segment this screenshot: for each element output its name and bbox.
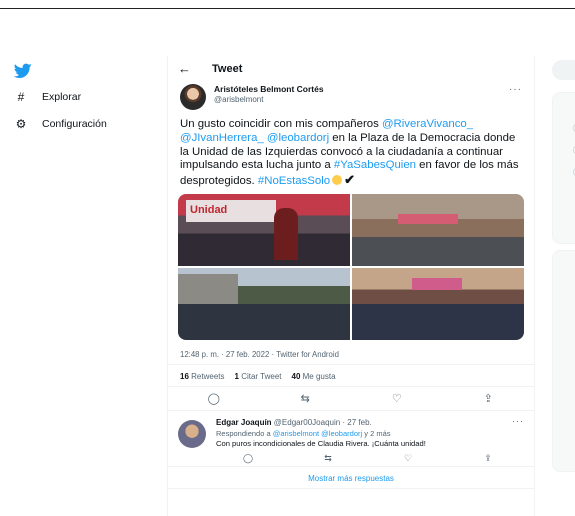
- show-more-replies-link[interactable]: Mostrar más respuestas: [168, 474, 534, 483]
- smile-emoji-icon: [332, 175, 343, 186]
- stat-count: 1: [234, 372, 239, 381]
- share-icon[interactable]: ⇪: [468, 453, 508, 464]
- like-icon[interactable]: ♡: [388, 453, 428, 464]
- more-options-icon[interactable]: ···: [509, 84, 522, 95]
- sidebar-item-configuracion[interactable]: ⚙ Configuración: [14, 117, 107, 131]
- replying-suffix: y 2 más: [362, 429, 391, 438]
- stat-label: Me gusta: [302, 372, 336, 381]
- stat-count: 16: [180, 372, 189, 381]
- reply-text: Con puros incondicionales de Claudia Riv…: [216, 439, 426, 448]
- hashtag-link[interactable]: #NoEstasSolo: [258, 175, 330, 187]
- sidebar-item-explorar[interactable]: # Explorar: [14, 90, 81, 104]
- tweet-author[interactable]: Aristóteles Belmont Cortés @arisbelmont …: [180, 84, 526, 110]
- hashtag-icon: #: [17, 90, 25, 104]
- share-icon[interactable]: ⇪: [468, 392, 508, 405]
- photo-sign: [398, 214, 458, 224]
- divider: [168, 488, 534, 489]
- divider: [168, 410, 534, 411]
- photo-figure: [274, 208, 298, 260]
- right-card: [552, 92, 575, 244]
- stat-count: 40: [291, 372, 301, 381]
- quote-tweets-stat[interactable]: 1 Citar Tweet: [235, 372, 282, 381]
- photo-banner: Unidad: [186, 200, 276, 222]
- replying-to: Respondiendo a @arisbelmont @leobardorj …: [216, 429, 391, 438]
- retweet-icon[interactable]: ⇆: [285, 392, 325, 405]
- divider: [168, 386, 534, 387]
- photo-2[interactable]: [352, 194, 524, 266]
- photo-building: [178, 274, 238, 304]
- check-mark-icon: ✔: [344, 172, 355, 188]
- mention-link[interactable]: @JIvanHerrera_: [180, 132, 264, 144]
- like-icon[interactable]: ♡: [377, 392, 417, 405]
- tweet-media-grid: Unidad: [178, 194, 524, 340]
- reply-icon[interactable]: ◯: [228, 453, 268, 464]
- divider: [168, 466, 534, 467]
- replying-handles-link[interactable]: @arisbelmont @leobardorj: [273, 429, 362, 438]
- page-title: Tweet: [212, 63, 243, 75]
- mention-link[interactable]: @RiveraVivanco_: [382, 118, 473, 130]
- retweet-icon[interactable]: ⇆: [308, 453, 348, 464]
- reply-handle: @Edgar00Joaquin · 27 feb.: [273, 418, 372, 427]
- photo-3[interactable]: [178, 268, 350, 340]
- twitter-bird-icon[interactable]: [14, 63, 32, 79]
- photo-1[interactable]: Unidad: [178, 194, 350, 266]
- tweet-header: ← Tweet: [168, 56, 534, 84]
- reply-author[interactable]: Edgar Joaquín @Edgar00Joaquin · 27 feb.: [216, 418, 372, 427]
- right-card: [552, 250, 575, 472]
- search-input[interactable]: [552, 60, 575, 80]
- hashtag-link[interactable]: #YaSabesQuien: [334, 159, 416, 171]
- replying-prefix: Respondiendo a: [216, 429, 273, 438]
- arrow-left-icon[interactable]: ←: [178, 61, 191, 76]
- stat-label: Retweets: [191, 372, 225, 381]
- retweets-stat[interactable]: 16 Retweets: [180, 372, 225, 381]
- text-segment: Un gusto coincidir con mis compañeros: [180, 118, 382, 130]
- gear-icon: ⚙: [15, 117, 27, 131]
- tweet-stats: 16 Retweets 1 Citar Tweet 40 Me gusta: [180, 372, 336, 381]
- avatar[interactable]: [178, 420, 206, 448]
- sidebar-item-label: Configuración: [42, 118, 107, 130]
- author-name[interactable]: Aristóteles Belmont Cortés: [214, 84, 324, 94]
- reply-actions: ◯ ⇆ ♡ ⇪: [208, 453, 528, 464]
- reply-icon[interactable]: ◯: [194, 392, 234, 405]
- top-border: [0, 8, 575, 9]
- tweet-text: Un gusto coincidir con mis compañeros @R…: [180, 118, 526, 189]
- likes-stat[interactable]: 40 Me gusta: [292, 372, 336, 381]
- more-options-icon[interactable]: ···: [512, 416, 524, 426]
- tweet-column: ← Tweet Aristóteles Belmont Cortés @aris…: [167, 56, 535, 516]
- tweet-timestamp[interactable]: 12:48 p. m. · 27 feb. 2022 · Twitter for…: [180, 350, 339, 359]
- stat-label: Citar Tweet: [241, 372, 282, 381]
- reply-author-name: Edgar Joaquín: [216, 418, 272, 427]
- author-handle[interactable]: @arisbelmont: [214, 95, 263, 104]
- tweet-actions: ◯ ⇆ ♡ ⇪: [168, 392, 534, 405]
- avatar[interactable]: [180, 84, 206, 110]
- divider: [168, 364, 534, 365]
- mention-link[interactable]: @leobardorj: [267, 132, 329, 144]
- photo-4[interactable]: [352, 268, 524, 340]
- right-panel: [540, 60, 575, 480]
- sidebar-item-label: Explorar: [42, 91, 82, 103]
- photo-sign: [412, 278, 462, 290]
